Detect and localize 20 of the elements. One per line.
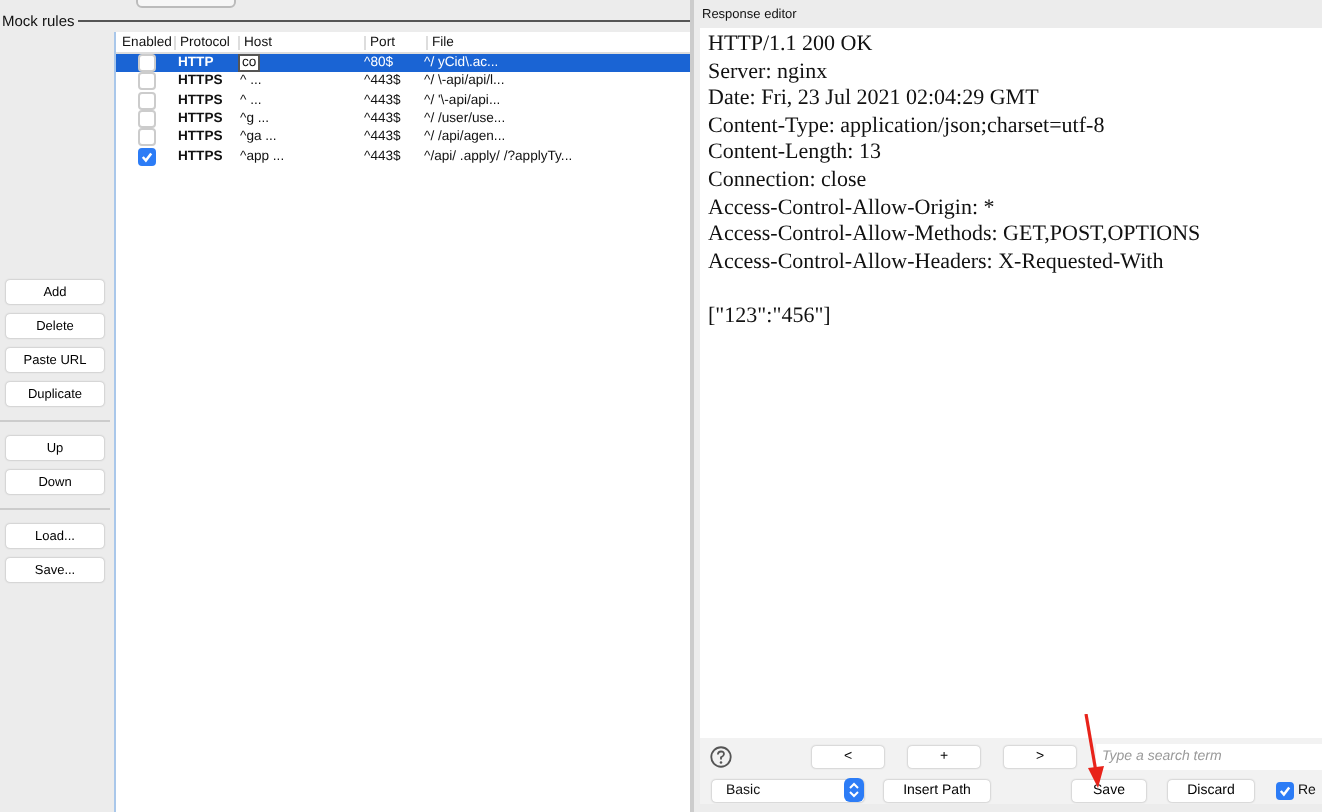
chevron-icon [844, 778, 864, 802]
checkbox[interactable] [138, 128, 156, 147]
checkbox[interactable] [1276, 781, 1294, 799]
response-line: Access-Control-Allow-Methods: GET,POST,OPTIONS [708, 222, 1201, 247]
response-line: Content-Type: application/json;charset=utf-8 [708, 113, 1105, 138]
response-editor[interactable] [700, 28, 1322, 738]
response-body: ["123":"456"] [708, 303, 831, 328]
checkbox[interactable] [138, 91, 156, 110]
response-line: Content-Length: 13 [708, 140, 881, 165]
response-line: Date: Fri, 23 Jul 2021 02:04:29 GMT [708, 86, 1039, 111]
checkbox[interactable] [138, 147, 156, 166]
response-line: Connection: close [708, 167, 867, 192]
response-line: Server: nginx [708, 59, 828, 84]
checkbox[interactable] [138, 72, 156, 91]
help-icon[interactable] [710, 746, 732, 768]
response-line: Access-Control-Allow-Origin: * [708, 195, 995, 220]
response-line: HTTP/1.1 200 OK [708, 32, 873, 56]
response-line: Access-Control-Allow-Headers: X-Requested-With [708, 249, 1164, 274]
checkbox[interactable] [138, 54, 156, 73]
checkbox[interactable] [138, 110, 156, 129]
